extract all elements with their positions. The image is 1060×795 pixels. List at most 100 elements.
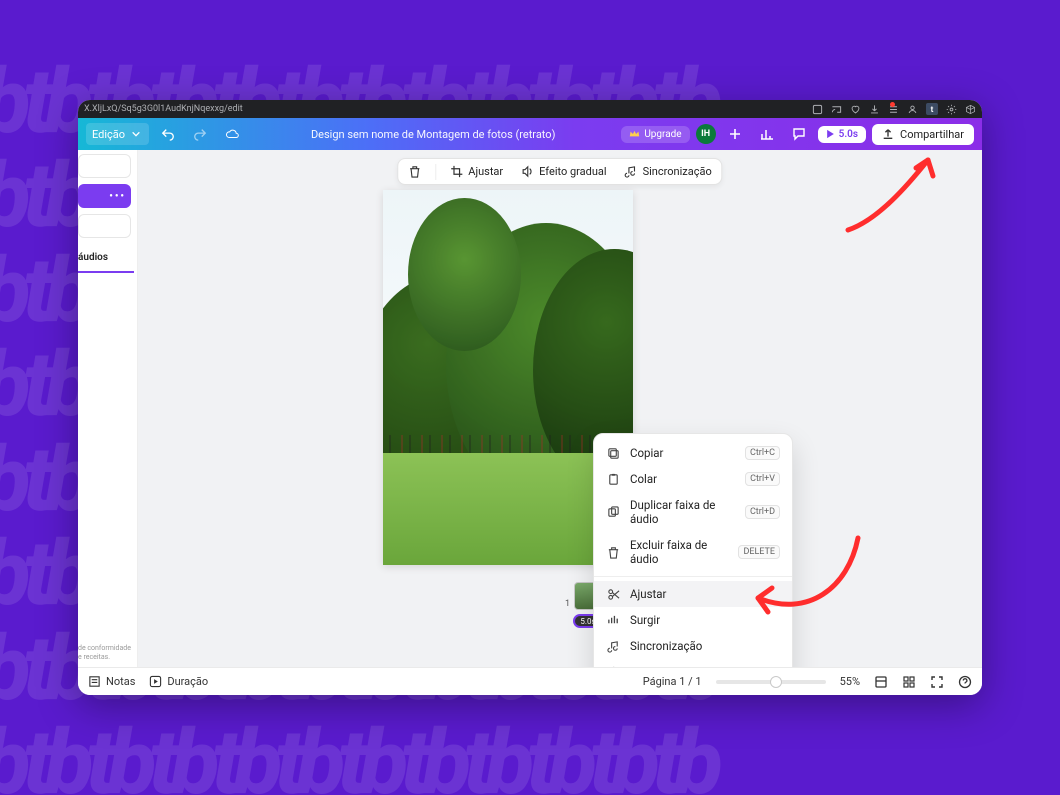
ctx-adjust[interactable]: Ajustar — [594, 581, 792, 607]
toolbar-gradual-label: Efeito gradual — [539, 165, 606, 178]
help-icon — [958, 675, 972, 689]
ctx-paste[interactable]: Colar Ctrl+V — [594, 466, 792, 492]
duration-button[interactable]: Duração — [149, 675, 208, 688]
ctx-surgir-label: Surgir — [630, 613, 660, 627]
comment-icon — [792, 127, 806, 141]
crop-icon — [450, 165, 463, 178]
ctx-separator — [594, 576, 792, 577]
notification-dot-icon — [890, 102, 895, 107]
ctx-delete[interactable]: Excluir faixa de áudio DELETE — [594, 532, 792, 572]
panel-chip-3[interactable] — [78, 214, 131, 238]
panel-footer-text: de conformidade e receitas. — [78, 644, 131, 667]
ctx-sync[interactable]: Sincronização — [594, 633, 792, 659]
duration-label: Duração — [167, 675, 208, 688]
user-avatar[interactable]: IH — [696, 124, 716, 144]
page-background: tbtbtbtbtbtbtbtbtbtbtbtb tbtbtbtbtbtbtbt… — [0, 0, 1060, 795]
ctx-duplicate-label: Duplicar faixa de áudio — [630, 498, 735, 526]
canvas-area[interactable]: Ajustar Efeito gradual Sincronização — [138, 150, 982, 667]
page-indicator: Página 1 / 1 — [643, 675, 702, 688]
analytics-button[interactable] — [754, 123, 780, 145]
toolbar-adjust-button[interactable]: Ajustar — [446, 163, 507, 180]
browser-tab-bar: X.XljLxQ/Sq5g3G0l1AudKnjNqexxg/edit t — [78, 100, 982, 118]
audio-bars-icon — [606, 613, 620, 627]
ctx-delete-label: Excluir faixa de áudio — [630, 538, 728, 566]
view-grid-button[interactable] — [902, 675, 916, 689]
duplicate-icon — [606, 505, 620, 519]
toolbar-sync-button[interactable]: Sincronização — [621, 163, 716, 180]
download-icon[interactable] — [869, 104, 880, 115]
dots-horizontal-icon: ••• — [109, 191, 126, 202]
music-note-icon — [625, 165, 638, 178]
redo-button[interactable] — [187, 123, 213, 145]
ctx-duplicate-kbd: Ctrl+D — [745, 505, 780, 519]
help-button[interactable] — [958, 675, 972, 689]
cloud-sync-button[interactable] — [219, 123, 245, 145]
app-window: X.XljLxQ/Sq5g3G0l1AudKnjNqexxg/edit t Ed… — [78, 100, 982, 695]
ctx-paste-kbd: Ctrl+V — [745, 472, 780, 486]
notes-icon — [88, 675, 101, 688]
add-button[interactable] — [722, 123, 748, 145]
ctx-sync-label: Sincronização — [630, 639, 702, 653]
design-title[interactable]: Design sem nome de Montagem de fotos (re… — [251, 128, 615, 141]
ctx-delete-kbd: DELETE — [738, 545, 780, 559]
undo-button[interactable] — [155, 123, 181, 145]
ctx-adjust-label: Ajustar — [630, 587, 666, 601]
toolbar-sync-label: Sincronização — [643, 165, 712, 178]
ctx-volume[interactable]: Volume — [594, 659, 792, 667]
ctx-surgir[interactable]: Surgir — [594, 607, 792, 633]
fullscreen-button[interactable] — [930, 675, 944, 689]
notes-label: Notas — [106, 675, 135, 688]
side-panel: ••• áudios de conformidade e receitas. — [78, 150, 138, 667]
play-duration-label: 5.0s — [839, 129, 858, 140]
share-label: Compartilhar — [900, 128, 964, 141]
avatar-initials: IH — [701, 129, 710, 139]
share-button[interactable]: Compartilhar — [872, 124, 974, 145]
upgrade-label: Upgrade — [644, 129, 681, 140]
cast-icon[interactable] — [831, 104, 842, 115]
panel-chip-active[interactable]: ••• — [78, 184, 131, 208]
view-pages-icon — [874, 675, 888, 689]
undo-icon — [161, 127, 175, 141]
clipboard-paste-icon — [606, 472, 620, 486]
panel-footer-line2: e receitas. — [78, 653, 131, 661]
ctx-copy-label: Copiar — [630, 446, 663, 460]
toolbar-delete-button[interactable] — [404, 163, 425, 180]
chart-bar-icon — [760, 127, 774, 141]
audio-toolbar: Ajustar Efeito gradual Sincronização — [397, 158, 722, 185]
context-menu: Copiar Ctrl+C Colar Ctrl+V Duplicar faix… — [593, 433, 793, 667]
ext-t-icon[interactable]: t — [926, 103, 938, 115]
upgrade-button[interactable]: Upgrade — [621, 126, 689, 143]
gear-icon[interactable] — [946, 104, 957, 115]
notes-button[interactable]: Notas — [88, 675, 135, 688]
cloud-check-icon — [225, 127, 239, 141]
redo-icon — [193, 127, 207, 141]
edit-menu-button[interactable]: Edição — [86, 123, 149, 145]
panel-tab-underline — [78, 271, 134, 273]
scene-trees — [383, 198, 633, 453]
play-duration-button[interactable]: 5.0s — [818, 126, 866, 143]
play-box-icon — [149, 675, 162, 688]
app-body: ••• áudios de conformidade e receitas. — [78, 150, 982, 667]
page-thumbnail-index: 1 — [565, 599, 570, 609]
panel-tab-audios[interactable]: áudios — [78, 252, 131, 263]
ctx-volume-label: Volume — [630, 665, 669, 667]
upload-icon — [882, 128, 894, 140]
speaker-small-icon — [606, 665, 620, 667]
zoom-percent: 55% — [840, 675, 860, 688]
ctx-copy[interactable]: Copiar Ctrl+C — [594, 440, 792, 466]
comments-button[interactable] — [786, 123, 812, 145]
ctx-paste-label: Colar — [630, 472, 657, 486]
heart-outline-icon[interactable] — [850, 104, 861, 115]
zoom-slider[interactable] — [716, 680, 826, 684]
extension-icon[interactable] — [812, 104, 823, 115]
panel-chip-1[interactable] — [78, 154, 131, 178]
ctx-duplicate[interactable]: Duplicar faixa de áudio Ctrl+D — [594, 492, 792, 532]
crown-icon — [629, 129, 640, 139]
zoom-slider-knob[interactable] — [770, 676, 782, 688]
cube-icon[interactable] — [965, 104, 976, 115]
trash-icon — [408, 165, 421, 178]
view-pages-button[interactable] — [874, 675, 888, 689]
user-outline-icon[interactable] — [907, 104, 918, 115]
toolbar-gradual-button[interactable]: Efeito gradual — [517, 163, 610, 180]
copy-icon — [606, 446, 620, 460]
